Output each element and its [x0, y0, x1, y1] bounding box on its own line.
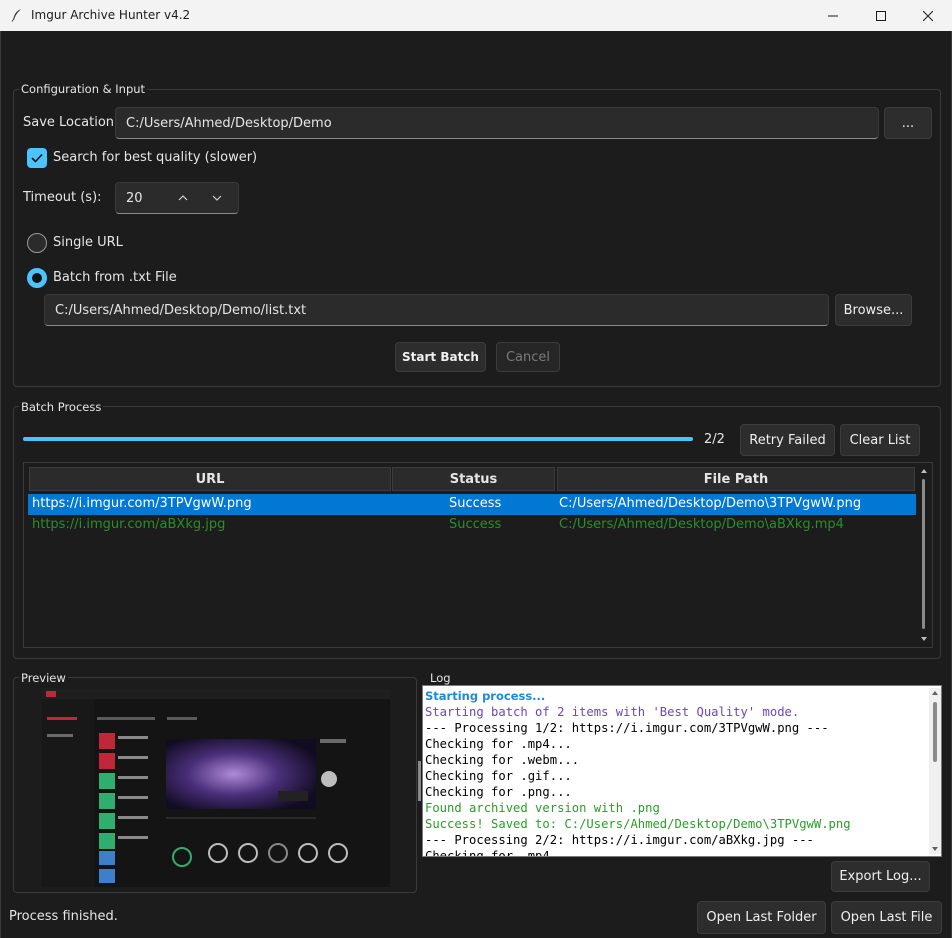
config-group-label: Configuration & Input	[19, 82, 148, 96]
batch-table: URL Status File Path https://i.imgur.com…	[23, 462, 933, 648]
column-header-status[interactable]: Status	[392, 467, 555, 491]
minimize-button[interactable]	[810, 0, 856, 31]
log-line: Starting process...	[425, 689, 546, 703]
chevron-down-icon[interactable]	[207, 188, 227, 208]
best-quality-label: Search for best quality (slower)	[53, 150, 258, 165]
main-window: Configuration & Input Save Location: C:/…	[0, 31, 952, 938]
preview-label: Preview	[19, 671, 68, 685]
log-line: Checking for .mp4...	[425, 849, 572, 857]
column-header-file-path[interactable]: File Path	[557, 467, 915, 491]
row-status: Success	[449, 517, 502, 532]
chevron-up-icon[interactable]	[173, 188, 193, 208]
row-url: https://i.imgur.com/aBXkg.jpg	[32, 517, 226, 532]
row-path: C:/Users/Ahmed/Desktop/Demo\3TPVgwW.png	[559, 496, 862, 511]
log-line: --- Processing 2/2: https://i.imgur.com/…	[425, 833, 814, 847]
log-line: Success! Saved to: C:/Users/Ahmed/Deskto…	[425, 817, 851, 831]
log-line: --- Processing 1/2: https://i.imgur.com/…	[425, 721, 829, 735]
table-row[interactable]: https://i.imgur.com/3TPVgwW.png Success …	[28, 494, 916, 515]
timeout-label: Timeout (s):	[23, 190, 102, 205]
batch-progress-bar	[23, 437, 693, 441]
window-title: Imgur Archive Hunter v4.2	[31, 8, 191, 22]
progress-count: 2/2	[704, 432, 725, 447]
log-line: Checking for .webm...	[425, 753, 580, 767]
timeout-value: 20	[126, 190, 143, 206]
browse-dir-button[interactable]: ...	[884, 107, 932, 139]
log-scrollbar[interactable]	[929, 688, 941, 854]
best-quality-checkbox[interactable]	[27, 148, 47, 168]
row-status: Success	[449, 496, 502, 511]
status-text: Process finished.	[9, 909, 118, 924]
checkmark-icon	[31, 153, 43, 163]
save-location-input[interactable]: C:/Users/Ahmed/Desktop/Demo	[115, 107, 879, 139]
log-line: Checking for .gif...	[425, 769, 572, 783]
mode-batch-radio[interactable]	[27, 268, 47, 288]
mode-batch-label: Batch from .txt File	[53, 270, 177, 285]
start-batch-button[interactable]: Start Batch	[395, 342, 486, 372]
close-button[interactable]	[905, 0, 951, 31]
open-last-folder-button[interactable]: Open Last Folder	[697, 901, 826, 934]
export-log-button[interactable]: Export Log...	[831, 861, 930, 892]
cancel-button[interactable]: Cancel	[496, 342, 560, 372]
log-line: Checking for .png...	[425, 785, 572, 799]
feather-icon	[11, 8, 23, 26]
save-location-label: Save Location:	[23, 115, 119, 130]
retry-failed-button[interactable]: Retry Failed	[740, 424, 835, 456]
column-header-url[interactable]: URL	[29, 467, 391, 491]
mode-single-radio[interactable]	[27, 233, 47, 253]
log-line: Starting batch of 2 items with 'Best Qua…	[425, 705, 800, 719]
title-bar: Imgur Archive Hunter v4.2	[0, 0, 952, 31]
table-scrollbar[interactable]	[918, 465, 930, 645]
pane-splitter[interactable]	[418, 761, 421, 801]
log-label: Log	[428, 671, 453, 685]
maximize-button[interactable]	[858, 0, 904, 31]
open-last-file-button[interactable]: Open Last File	[831, 901, 942, 934]
mode-single-label: Single URL	[53, 235, 123, 250]
table-row[interactable]: https://i.imgur.com/aBXkg.jpg Success C:…	[28, 515, 916, 536]
log-textbox[interactable]: Starting process... Starting batch of 2 …	[422, 685, 942, 857]
batch-file-input[interactable]: C:/Users/Ahmed/Desktop/Demo/list.txt	[44, 294, 829, 326]
preview-image	[42, 689, 390, 887]
clear-list-button[interactable]: Clear List	[840, 424, 920, 456]
log-line: Checking for .mp4...	[425, 737, 572, 751]
row-url: https://i.imgur.com/3TPVgwW.png	[32, 496, 252, 511]
log-line: Found archived version with .png	[425, 801, 660, 815]
batch-group-label: Batch Process	[19, 400, 104, 414]
browse-file-button[interactable]: Browse...	[835, 294, 912, 326]
row-path: C:/Users/Ahmed/Desktop/Demo\aBXkg.mp4	[559, 517, 844, 532]
